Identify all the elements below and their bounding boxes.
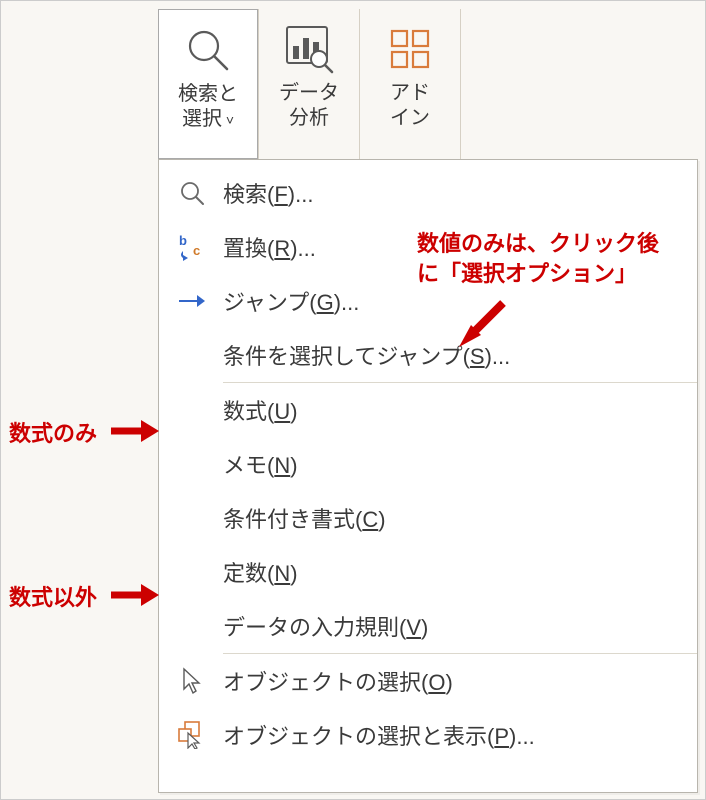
find-select-label: 検索と 選択 ˅ <box>178 82 238 132</box>
menu-constants[interactable]: 定数(N) <box>159 545 697 599</box>
menu-item-label: データの入力規則(V) <box>223 610 428 642</box>
annotation-non-formulas: 数式以外 <box>9 583 97 613</box>
ribbon-group: 検索と 選択 ˅ データ 分析 <box>158 9 461 159</box>
red-arrow-icon <box>111 584 159 606</box>
menu-item-label: 置換(R)... <box>223 231 316 263</box>
menu-find[interactable]: 検索(F)... <box>159 166 697 220</box>
menu-item-label: 数式(U) <box>223 394 298 426</box>
replace-icon: b c <box>173 233 211 261</box>
addins-label: アド イン <box>390 81 430 131</box>
addins-grid-icon <box>382 21 438 77</box>
find-select-button[interactable]: 検索と 選択 ˅ <box>158 9 258 159</box>
menu-item-label: メモ(N) <box>223 448 298 480</box>
addins-button[interactable]: アド イン <box>360 9 460 159</box>
chart-magnifier-icon <box>281 21 337 77</box>
svg-text:b: b <box>179 233 187 248</box>
menu-item-label: オブジェクトの選択と表示(P)... <box>223 719 535 751</box>
menu-formulas[interactable]: 数式(U) <box>159 383 697 437</box>
menu-item-label: オブジェクトの選択(O) <box>223 665 453 697</box>
menu-select-objects[interactable]: オブジェクトの選択(O) <box>159 654 697 708</box>
arrow-right-icon <box>173 291 211 311</box>
magnifier-icon <box>180 22 236 78</box>
search-icon <box>173 179 211 207</box>
menu-conditional-formatting[interactable]: 条件付き書式(C) <box>159 491 697 545</box>
annotation-formulas-only: 数式のみ <box>9 419 97 449</box>
menu-item-label: 検索(F)... <box>223 177 313 209</box>
menu-goto-special[interactable]: 条件を選択してジャンプ(S)... <box>159 328 697 382</box>
red-arrow-icon <box>111 420 159 442</box>
red-arrow-diagonal-icon <box>451 295 511 355</box>
menu-item-label: ジャンプ(G)... <box>223 285 359 317</box>
menu-data-validation[interactable]: データの入力規則(V) <box>159 599 697 653</box>
data-analysis-button[interactable]: データ 分析 <box>259 9 359 159</box>
menu-item-label: 定数(N) <box>223 556 298 588</box>
annotation-numbers-only: 数値のみは、クリック後 に「選択オプション」 <box>417 229 659 288</box>
menu-item-label: 条件付き書式(C) <box>223 502 386 534</box>
menu-selection-pane[interactable]: オブジェクトの選択と表示(P)... <box>159 708 697 762</box>
svg-text:c: c <box>193 243 200 258</box>
ribbon-divider <box>460 9 461 159</box>
data-analysis-label: データ 分析 <box>279 81 339 131</box>
menu-notes[interactable]: メモ(N) <box>159 437 697 491</box>
cursor-icon <box>173 667 211 695</box>
selection-pane-icon <box>173 721 211 749</box>
